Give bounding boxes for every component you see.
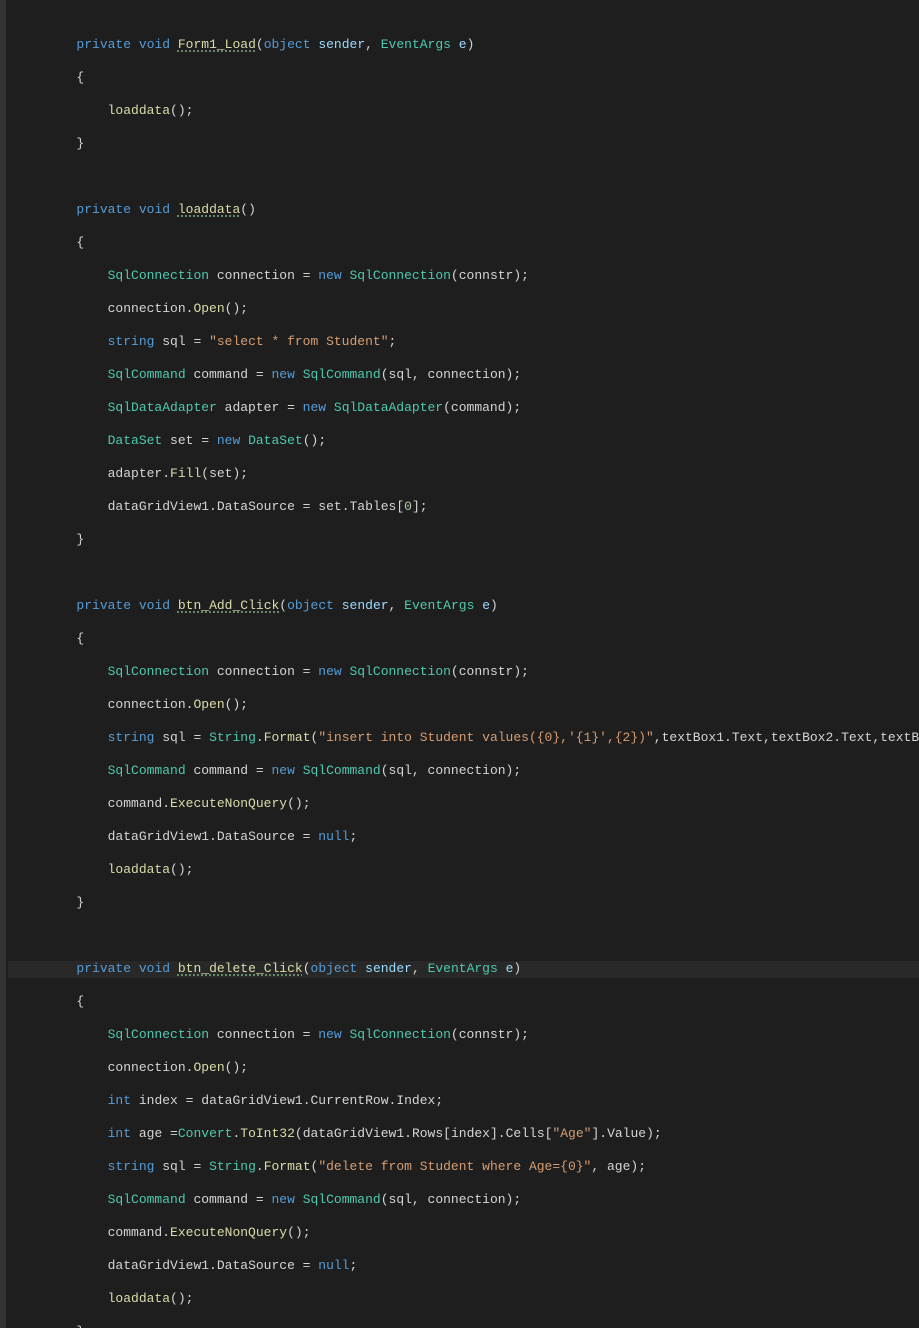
code-line: SqlCommand command = new SqlCommand(sql,… xyxy=(8,763,919,780)
code-line: string sql = "select * from Student"; xyxy=(8,334,919,351)
editor-gutter xyxy=(0,0,6,1328)
code-line: connection.Open(); xyxy=(8,1060,919,1077)
code-editor[interactable]: private void Form1_Load(object sender, E… xyxy=(0,0,919,1328)
code-line: } xyxy=(8,895,919,912)
code-line: } xyxy=(8,532,919,549)
code-line xyxy=(8,928,919,945)
code-line: SqlConnection connection = new SqlConnec… xyxy=(8,1027,919,1044)
code-line xyxy=(8,565,919,582)
code-line: private void btn_Add_Click(object sender… xyxy=(8,598,919,615)
code-line: connection.Open(); xyxy=(8,697,919,714)
code-line: SqlDataAdapter adapter = new SqlDataAdap… xyxy=(8,400,919,417)
code-line: dataGridView1.DataSource = null; xyxy=(8,829,919,846)
code-line: { xyxy=(8,70,919,87)
code-line xyxy=(8,169,919,186)
code-line: { xyxy=(8,994,919,1011)
code-line: command.ExecuteNonQuery(); xyxy=(8,796,919,813)
code-line: command.ExecuteNonQuery(); xyxy=(8,1225,919,1242)
code-line: loaddata(); xyxy=(8,862,919,879)
code-line: private void loaddata() xyxy=(8,202,919,219)
code-line: SqlCommand command = new SqlCommand(sql,… xyxy=(8,367,919,384)
code-line-current: private void btn_delete_Click(object sen… xyxy=(8,961,919,978)
code-line: private void Form1_Load(object sender, E… xyxy=(8,37,919,54)
code-line: string sql = String.Format("delete from … xyxy=(8,1159,919,1176)
code-line: int index = dataGridView1.CurrentRow.Ind… xyxy=(8,1093,919,1110)
code-line: connection.Open(); xyxy=(8,301,919,318)
code-line: loaddata(); xyxy=(8,103,919,120)
code-line: { xyxy=(8,235,919,252)
code-line: DataSet set = new DataSet(); xyxy=(8,433,919,450)
code-line: dataGridView1.DataSource = set.Tables[0]… xyxy=(8,499,919,516)
code-line: SqlConnection connection = new SqlConnec… xyxy=(8,664,919,681)
code-line: dataGridView1.DataSource = null; xyxy=(8,1258,919,1275)
code-line: int age =Convert.ToInt32(dataGridView1.R… xyxy=(8,1126,919,1143)
code-line: loaddata(); xyxy=(8,1291,919,1308)
code-line: string sql = String.Format("insert into … xyxy=(8,730,919,747)
code-line: adapter.Fill(set); xyxy=(8,466,919,483)
code-line: } xyxy=(8,1324,919,1328)
code-line: { xyxy=(8,631,919,648)
code-line: } xyxy=(8,136,919,153)
code-line: SqlConnection connection = new SqlConnec… xyxy=(8,268,919,285)
code-line: SqlCommand command = new SqlCommand(sql,… xyxy=(8,1192,919,1209)
